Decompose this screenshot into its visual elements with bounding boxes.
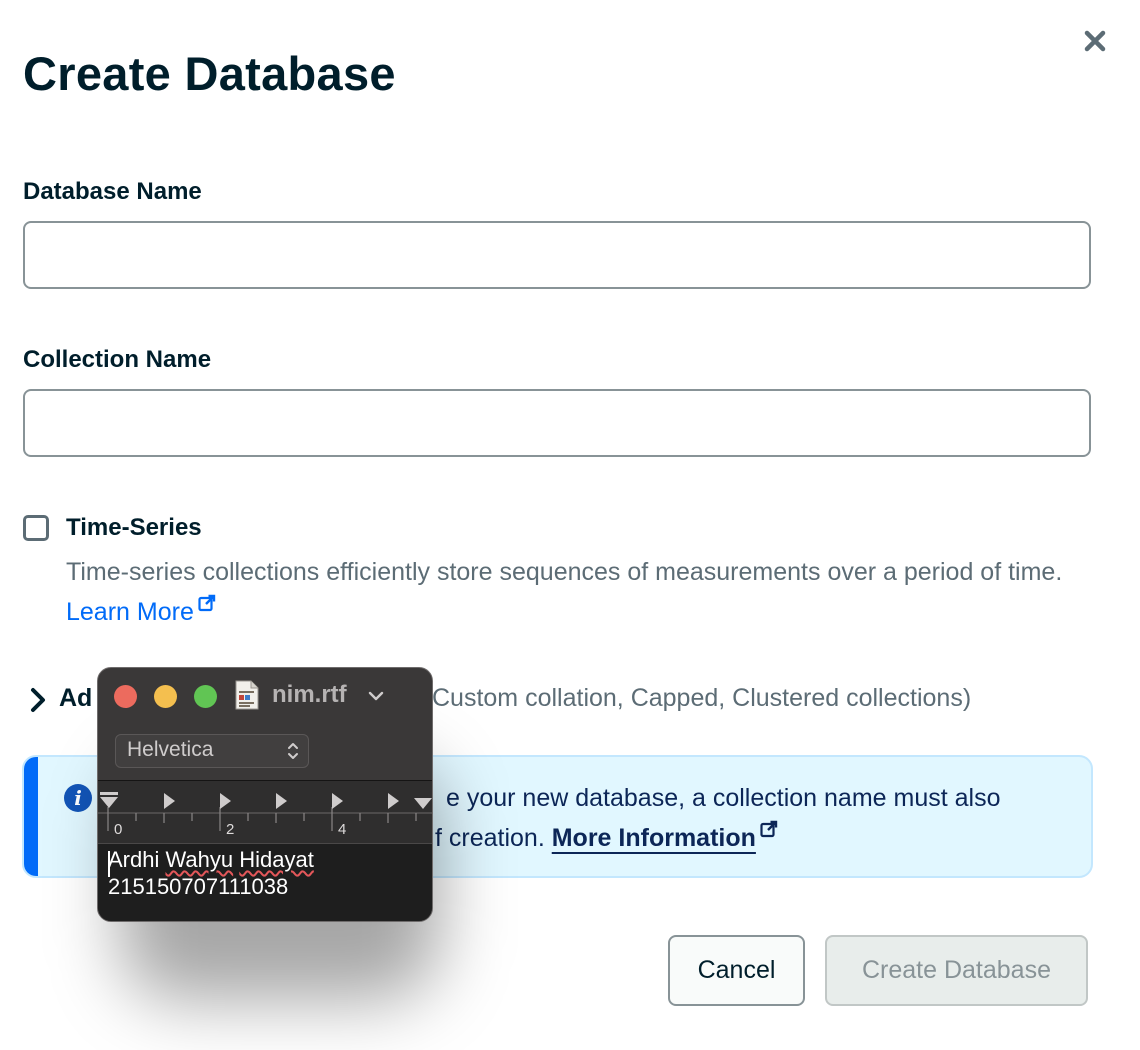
learn-more-label[interactable]: Learn More xyxy=(66,598,194,626)
window-minimize-button[interactable] xyxy=(154,685,177,708)
ruler-label: 0 xyxy=(114,821,123,838)
additional-preferences-subtitle: Custom collation, Capped, Clustered coll… xyxy=(432,684,972,712)
dialog-title: Create Database xyxy=(23,47,396,100)
collection-name-input[interactable] xyxy=(23,389,1091,457)
time-series-description: Time-series collections efficiently stor… xyxy=(66,552,1076,632)
time-series-description-text: Time-series collections efficiently stor… xyxy=(66,558,1063,586)
chevron-right-icon xyxy=(31,688,45,712)
collection-name-label: Collection Name xyxy=(23,346,212,373)
document-word-misspelled: Wahyu xyxy=(165,847,234,872)
window-close-button[interactable] xyxy=(114,685,137,708)
info-banner-line-2-text: f creation. xyxy=(435,824,545,852)
document-word-misspelled: Hidayat xyxy=(239,847,314,872)
time-series-checkbox[interactable] xyxy=(23,515,49,541)
window-title[interactable]: nim.rtf xyxy=(272,681,347,709)
font-family-select[interactable]: Helvetica xyxy=(115,734,309,768)
external-link-icon xyxy=(760,820,778,838)
close-icon[interactable] xyxy=(1080,26,1110,56)
external-link-icon xyxy=(198,594,216,612)
cancel-button[interactable]: Cancel xyxy=(668,935,805,1006)
document-line-1: Ardhi Wahyu Hidayat xyxy=(108,847,314,873)
chevron-down-icon[interactable] xyxy=(368,690,384,702)
select-arrows-icon xyxy=(288,743,298,759)
time-series-label[interactable]: Time-Series xyxy=(66,514,202,542)
info-icon: i xyxy=(64,784,92,812)
ruler-label: 4 xyxy=(338,821,347,838)
rtf-document-icon xyxy=(235,680,259,710)
text-ruler[interactable]: 0 2 4 xyxy=(98,780,432,844)
ruler-scale xyxy=(98,792,432,831)
learn-more-link[interactable]: Learn More xyxy=(66,594,216,626)
more-information-link[interactable]: More Information xyxy=(552,824,756,852)
info-banner-accent xyxy=(24,757,38,876)
font-family-value: Helvetica xyxy=(127,738,214,761)
database-name-input[interactable] xyxy=(23,221,1091,289)
create-database-button[interactable]: Create Database xyxy=(825,935,1088,1006)
document-text-area[interactable]: Ardhi Wahyu Hidayat 215150707111038 xyxy=(98,844,432,921)
database-name-label: Database Name xyxy=(23,178,202,205)
additional-preferences-title[interactable]: Ad xyxy=(59,684,92,713)
window-zoom-button[interactable] xyxy=(194,685,217,708)
ruler-label: 2 xyxy=(226,821,235,838)
textedit-window[interactable]: nim.rtf Helvetica 0 2 4 Ardhi Wahyu Hida… xyxy=(97,667,433,922)
document-word: Ardhi xyxy=(108,847,160,872)
document-line-2: 215150707111038 xyxy=(108,874,289,899)
